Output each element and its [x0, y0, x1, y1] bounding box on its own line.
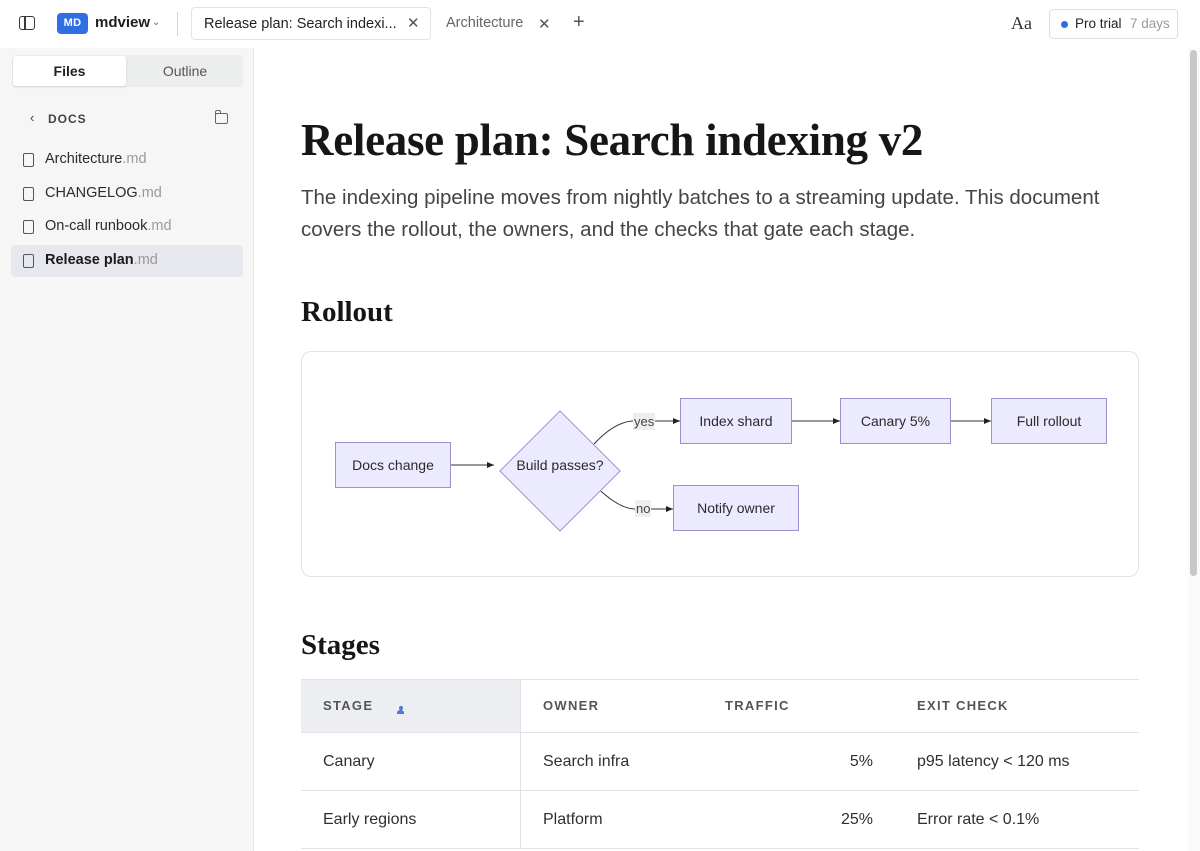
file-name: Architecture — [45, 151, 123, 167]
column-header-stage[interactable]: STAGE — [301, 680, 520, 732]
sidebar-item-release-plan[interactable]: Release plan.md — [11, 245, 243, 277]
file-ext: .md — [137, 185, 162, 201]
file-icon — [23, 254, 34, 268]
divider — [177, 12, 178, 36]
file-ext: .md — [122, 151, 147, 167]
intro-paragraph: The indexing pipeline moves from nightly… — [301, 186, 1100, 241]
sort-icon[interactable] — [397, 706, 404, 714]
trial-label: Pro trial — [1075, 16, 1122, 31]
column-header-exit-check[interactable]: EXIT CHECK — [917, 680, 1009, 732]
file-ext: .md — [147, 218, 172, 234]
sidebar-item-changelog[interactable]: CHANGELOG.md — [11, 178, 243, 210]
column-header-traffic[interactable]: TRAFFIC — [725, 680, 790, 732]
trial-days: 7 days — [1130, 16, 1170, 31]
node-docs-change[interactable]: Docs change — [335, 442, 451, 488]
top-bar: MD mdview ⌄ Release plan: Search indexi.… — [0, 0, 1200, 48]
sidebar-segmented-control: Files Outline — [12, 55, 243, 87]
pro-trial-button[interactable]: Pro trial 7 days — [1049, 9, 1178, 39]
cell-traffic: 5% — [849, 753, 873, 770]
folder-heading[interactable]: DOCS — [48, 112, 87, 126]
status-dot-icon — [1061, 21, 1068, 28]
file-name: On-call runbook — [45, 218, 148, 234]
scrollbar[interactable] — [1188, 48, 1200, 851]
new-tab-icon[interactable]: + — [573, 11, 585, 34]
cell-exit-check: p95 latency < 120 ms — [917, 753, 1070, 770]
edge-no — [593, 484, 673, 512]
edge-label-no: no — [635, 500, 652, 517]
node-build-passes: Build passes? — [516, 457, 604, 473]
table-row: Canary Search infra 5% p95 latency < 120… — [301, 733, 1139, 791]
tab-label: Release plan: Search indexi... — [204, 16, 397, 32]
cell-owner: Platform — [543, 811, 603, 828]
cell-owner: Search infra — [543, 753, 630, 770]
node-canary[interactable]: Canary 5% — [840, 398, 951, 444]
close-icon[interactable]: ✕ — [538, 15, 551, 33]
header-label: STAGE — [323, 698, 374, 713]
file-icon — [23, 220, 34, 234]
file-name: Release plan — [45, 252, 134, 268]
folder-icon[interactable] — [214, 110, 228, 124]
page-title: Release plan: Search indexing v2 — [301, 115, 924, 165]
table-row: Early regions Platform 25% Error rate < … — [301, 791, 1139, 849]
file-icon — [23, 153, 34, 167]
font-settings-button[interactable]: Aa — [1011, 13, 1032, 34]
rollout-heading: Rollout — [301, 296, 393, 328]
tab-release-plan[interactable]: Release plan: Search indexi... ✕ — [191, 7, 431, 40]
sidebar: Files Outline ‹ DOCS Architecture.md CHA… — [0, 48, 254, 851]
tab-outline[interactable]: Outline — [128, 56, 242, 86]
app-name[interactable]: mdview — [95, 14, 150, 31]
file-ext: .md — [133, 252, 158, 268]
table-header: STAGE OWNER TRAFFIC EXIT CHECK — [301, 679, 1139, 733]
edge-label-yes: yes — [633, 413, 656, 430]
scrollbar-thumb[interactable] — [1190, 50, 1197, 576]
node-full-rollout[interactable]: Full rollout — [991, 398, 1107, 444]
rollout-flowchart: Docs change Build passes? yes no Index s… — [301, 351, 1139, 577]
document-view: Release plan: Search indexing v2 The ind… — [254, 48, 1188, 851]
stages-heading: Stages — [301, 629, 380, 661]
tab-files[interactable]: Files — [13, 56, 126, 86]
close-icon[interactable]: ✕ — [407, 14, 420, 32]
sidebar-item-on-call-runbook[interactable]: On-call runbook.md — [11, 211, 243, 243]
chevron-left-icon[interactable]: ‹ — [30, 110, 34, 125]
cell-stage: Early regions — [323, 811, 417, 828]
node-index-shard[interactable]: Index shard — [680, 398, 792, 444]
tab-architecture[interactable]: Architecture — [446, 15, 523, 31]
sidebar-item-architecture[interactable]: Architecture.md — [11, 144, 243, 176]
column-header-owner[interactable]: OWNER — [543, 680, 599, 732]
cell-traffic: 25% — [840, 811, 873, 828]
sidebar-toggle-icon[interactable] — [19, 16, 35, 30]
file-icon — [23, 187, 34, 201]
cell-exit-check: Error rate < 0.1% — [917, 811, 1040, 828]
file-name: CHANGELOG — [45, 185, 138, 201]
chevron-down-icon[interactable]: ⌄ — [152, 17, 160, 28]
node-notify-owner[interactable]: Notify owner — [673, 485, 799, 531]
cell-stage: Canary — [323, 753, 375, 770]
app-logo: MD — [57, 13, 88, 34]
